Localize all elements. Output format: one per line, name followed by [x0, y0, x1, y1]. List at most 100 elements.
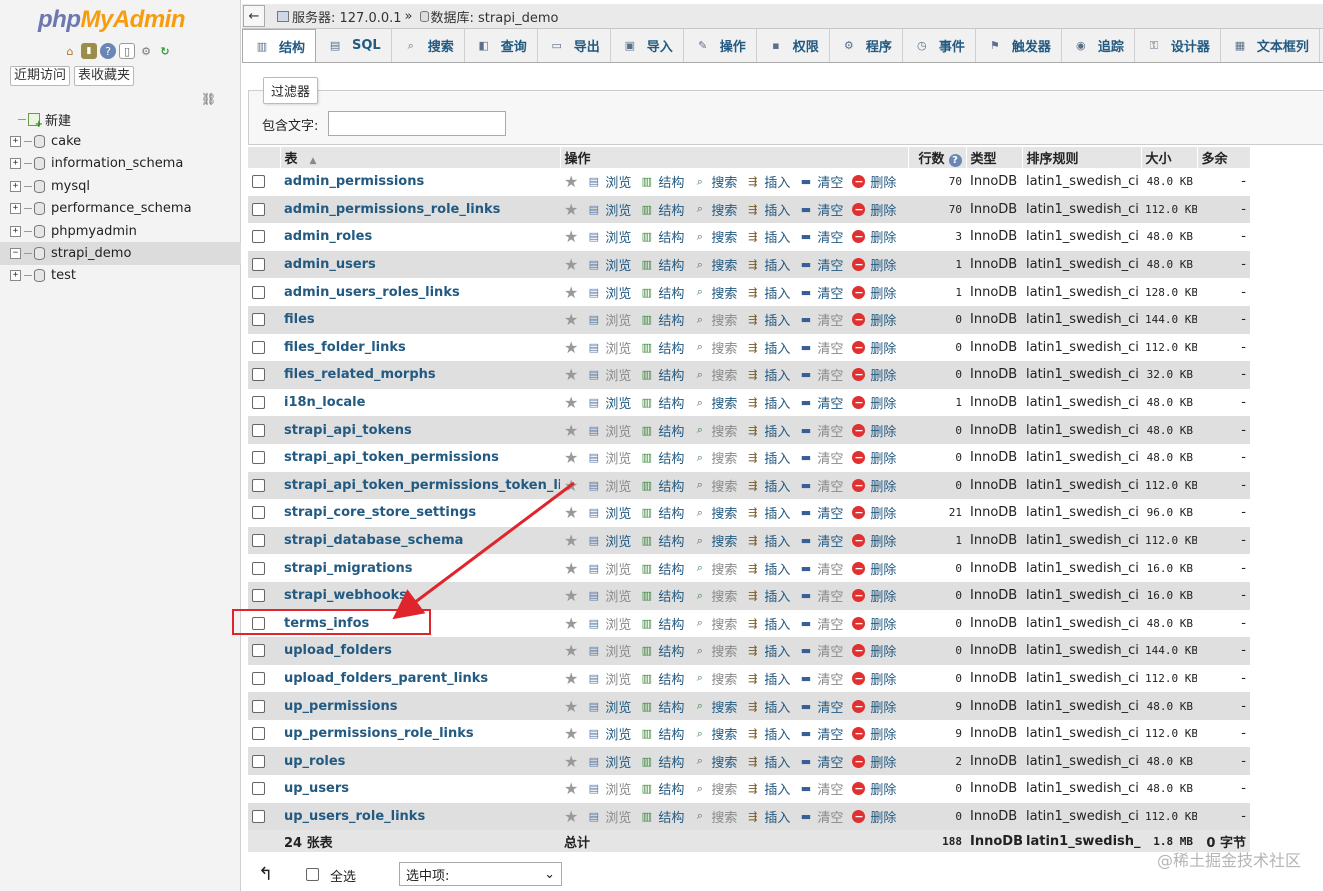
search-action[interactable]: ⌕ 搜索 — [692, 559, 738, 578]
row-checkbox[interactable] — [252, 451, 265, 465]
tab-13[interactable]: ▦ 文本框列 — [1221, 29, 1320, 62]
drop-action[interactable]: − 删除 — [851, 779, 896, 798]
row-checkbox[interactable] — [252, 534, 265, 548]
structure-action[interactable]: ▥ 结构 — [639, 255, 685, 274]
browse-action[interactable]: ▤ 浏览 — [586, 200, 632, 219]
row-checkbox[interactable] — [252, 561, 265, 575]
row-checkbox[interactable] — [252, 782, 265, 796]
structure-action[interactable]: ▥ 结构 — [639, 724, 685, 743]
tree-item-performance_schema[interactable]: + performance_schema — [0, 198, 241, 220]
structure-action[interactable]: ▥ 结构 — [639, 338, 685, 357]
table-name-link[interactable]: up_users_role_links — [284, 809, 425, 824]
table-name-link[interactable]: admin_roles — [284, 229, 372, 244]
browse-action[interactable]: ▤ 浏览 — [586, 586, 632, 605]
header-table[interactable]: 表 ▲ — [280, 147, 561, 168]
structure-action[interactable]: ▥ 结构 — [639, 697, 685, 716]
row-checkbox[interactable] — [252, 727, 265, 741]
database-name[interactable]: test — [51, 268, 76, 283]
browse-action[interactable]: ▤ 浏览 — [586, 669, 632, 688]
empty-action[interactable]: ▬ 清空 — [798, 200, 844, 219]
drop-action[interactable]: − 删除 — [851, 172, 896, 191]
header-type[interactable]: 类型 — [966, 147, 1023, 168]
search-action[interactable]: ⌕ 搜索 — [692, 503, 738, 523]
expand-icon[interactable]: + — [10, 270, 21, 282]
browse-action[interactable]: ▤ 浏览 — [586, 172, 632, 191]
browse-action[interactable]: ▤ 浏览 — [586, 531, 632, 550]
structure-action[interactable]: ▥ 结构 — [639, 421, 685, 440]
structure-action[interactable]: ▥ 结构 — [639, 310, 685, 329]
empty-action[interactable]: ▬ 清空 — [798, 338, 844, 357]
insert-action[interactable]: ⇶ 插入 — [745, 338, 790, 357]
structure-action[interactable]: ▥ 结构 — [639, 779, 685, 798]
row-checkbox[interactable] — [252, 396, 265, 410]
search-action[interactable]: ⌕ 搜索 — [692, 310, 738, 330]
table-name-link[interactable]: admin_users_roles_links — [284, 285, 460, 300]
table-name-link[interactable]: strapi_migrations — [284, 561, 412, 576]
table-name-link[interactable]: upload_folders — [284, 643, 392, 658]
database-name[interactable]: cake — [51, 134, 81, 149]
search-action[interactable]: ⌕ 搜索 — [692, 172, 738, 192]
browse-action[interactable]: ▤ 浏览 — [586, 724, 632, 743]
tree-item-strapi_demo[interactable]: − strapi_demo — [0, 242, 241, 265]
drop-action[interactable]: − 删除 — [851, 614, 896, 633]
database-name[interactable]: information_schema — [51, 156, 183, 171]
drop-action[interactable]: − 删除 — [851, 503, 896, 522]
database-name[interactable]: phpmyadmin — [51, 224, 137, 239]
table-name-link[interactable]: admin_permissions_role_links — [284, 202, 500, 217]
tab-4[interactable]: ▭ 导出 — [538, 29, 611, 62]
help-icon[interactable]: ? — [100, 43, 116, 59]
drop-action[interactable]: − 删除 — [851, 476, 896, 495]
docs-icon[interactable]: ▯ — [119, 43, 135, 59]
browse-action[interactable]: ▤ 浏览 — [586, 448, 632, 467]
row-checkbox[interactable] — [252, 699, 265, 713]
search-action[interactable]: ⌕ 搜索 — [692, 724, 738, 744]
structure-action[interactable]: ▥ 结构 — [639, 227, 685, 246]
tab-5[interactable]: ▣ 导入 — [611, 29, 684, 62]
structure-action[interactable]: ▥ 结构 — [639, 200, 685, 219]
row-checkbox[interactable] — [252, 368, 265, 382]
favorite-star-icon[interactable]: ★ — [564, 503, 578, 522]
empty-action[interactable]: ▬ 清空 — [798, 697, 844, 716]
search-action[interactable]: ⌕ 搜索 — [692, 641, 738, 661]
database-name[interactable]: strapi_demo — [51, 246, 131, 261]
structure-action[interactable]: ▥ 结构 — [639, 365, 685, 384]
table-name-link[interactable]: up_roles — [284, 754, 345, 769]
insert-action[interactable]: ⇶ 插入 — [745, 669, 790, 688]
empty-action[interactable]: ▬ 清空 — [798, 476, 844, 495]
drop-action[interactable]: − 删除 — [851, 227, 896, 246]
browse-action[interactable]: ▤ 浏览 — [586, 227, 632, 246]
drop-action[interactable]: − 删除 — [851, 393, 896, 412]
insert-action[interactable]: ⇶ 插入 — [745, 724, 790, 743]
tab-1[interactable]: ▤ SQL — [316, 29, 392, 62]
browse-action[interactable]: ▤ 浏览 — [586, 255, 632, 274]
favorite-tables-button[interactable]: 表收藏夹 — [74, 66, 135, 86]
empty-action[interactable]: ▬ 清空 — [798, 283, 844, 302]
search-action[interactable]: ⌕ 搜索 — [692, 697, 738, 716]
row-checkbox[interactable] — [252, 754, 265, 768]
insert-action[interactable]: ⇶ 插入 — [745, 807, 790, 826]
row-checkbox[interactable] — [252, 423, 265, 437]
search-action[interactable]: ⌕ 搜索 — [692, 393, 738, 413]
tab-10[interactable]: ⚑ 触发器 — [976, 29, 1062, 62]
tree-item-cake[interactable]: + cake — [0, 130, 241, 152]
empty-action[interactable]: ▬ 清空 — [798, 365, 844, 384]
row-checkbox[interactable] — [252, 478, 265, 492]
table-name-link[interactable]: up_users — [284, 781, 349, 796]
header-size[interactable]: 大小 — [1141, 147, 1198, 168]
row-checkbox[interactable] — [252, 506, 265, 520]
insert-action[interactable]: ⇶ 插入 — [745, 255, 790, 274]
structure-action[interactable]: ▥ 结构 — [639, 503, 685, 522]
structure-action[interactable]: ▥ 结构 — [639, 669, 685, 688]
favorite-star-icon[interactable]: ★ — [564, 531, 578, 550]
header-collation[interactable]: 排序规则 — [1022, 147, 1142, 168]
table-name-link[interactable]: strapi_api_token_permissions — [284, 450, 499, 465]
insert-action[interactable]: ⇶ 插入 — [745, 697, 790, 716]
browse-action[interactable]: ▤ 浏览 — [586, 393, 632, 412]
insert-action[interactable]: ⇶ 插入 — [745, 393, 790, 412]
tree-item-mysql[interactable]: + mysql — [0, 175, 241, 197]
structure-action[interactable]: ▥ 结构 — [639, 752, 685, 771]
tree-item-new[interactable]: 新建 — [0, 108, 241, 130]
expand-icon[interactable]: + — [10, 136, 21, 148]
tab-3[interactable]: ◧ 查询 — [465, 29, 538, 62]
drop-action[interactable]: − 删除 — [851, 807, 896, 826]
